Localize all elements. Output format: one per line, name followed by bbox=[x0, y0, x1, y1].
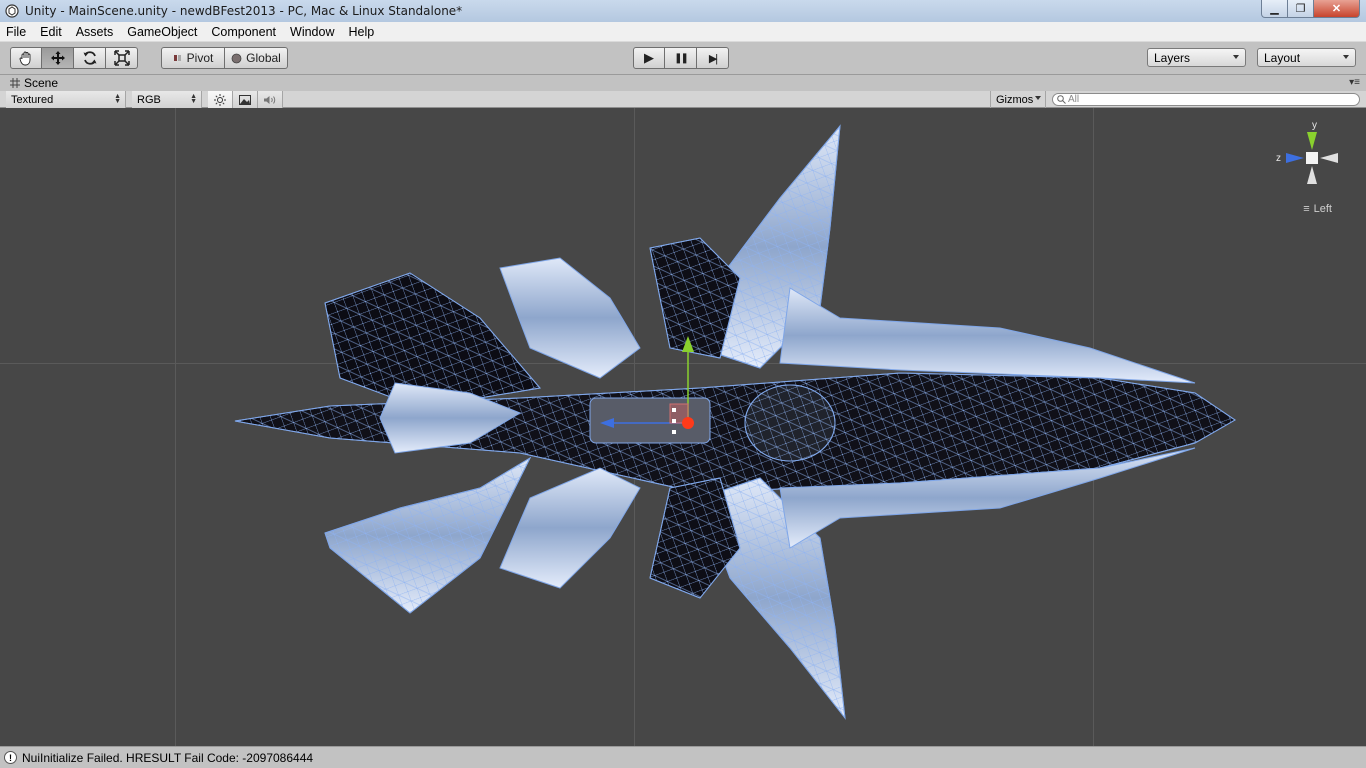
minimize-button[interactable]: ▁ bbox=[1261, 0, 1288, 18]
spaceship-mesh bbox=[234, 124, 1236, 720]
menu-file[interactable]: File bbox=[0, 25, 33, 39]
play-controls: ▶ ❚❚ ▶| bbox=[633, 47, 729, 69]
menu-lines-icon: ≡ bbox=[1303, 203, 1310, 215]
step-button[interactable]: ▶| bbox=[697, 47, 729, 69]
pause-icon: ❚❚ bbox=[674, 52, 689, 64]
hand-icon bbox=[19, 51, 31, 66]
pivot-toggle[interactable]: Pivot bbox=[161, 47, 225, 69]
move-tool-button[interactable] bbox=[42, 47, 74, 69]
global-label: Global bbox=[246, 51, 281, 65]
tab-scene[interactable]: Scene bbox=[10, 76, 58, 90]
close-button[interactable]: ✕ bbox=[1314, 0, 1360, 18]
scene-tab-header: Scene ▾≡ bbox=[0, 75, 1366, 91]
window-titlebar: Unity - MainScene.unity - newdBFest2013 … bbox=[0, 0, 1366, 22]
transform-tools bbox=[10, 47, 138, 69]
scene-search-input[interactable]: All bbox=[1052, 93, 1360, 106]
menu-help[interactable]: Help bbox=[341, 25, 381, 39]
layout-dropdown[interactable]: Layout bbox=[1257, 48, 1356, 67]
scale-icon bbox=[113, 50, 130, 66]
menu-window[interactable]: Window bbox=[283, 25, 341, 39]
step-icon: ▶| bbox=[708, 52, 718, 65]
globe-icon bbox=[231, 53, 242, 63]
scene-tab-label: Scene bbox=[24, 76, 59, 90]
scene-viewport[interactable]: y z ≡ Left bbox=[0, 108, 1366, 746]
rotate-icon bbox=[83, 51, 96, 65]
close-icon: ✕ bbox=[1331, 3, 1342, 15]
main-toolbar: Pivot Global ▶ ❚❚ ▶| Layers Layout bbox=[0, 42, 1366, 75]
gizmos-label: Gizmos bbox=[996, 93, 1034, 106]
updown-arrow-icon: ▲ ▼ bbox=[190, 93, 197, 105]
scene-lighting-toggle[interactable] bbox=[208, 91, 233, 108]
grid-icon bbox=[10, 78, 20, 88]
info-icon: ! bbox=[4, 751, 17, 764]
menu-gameobject[interactable]: GameObject bbox=[120, 25, 204, 39]
search-placeholder: All bbox=[1068, 94, 1080, 105]
color-mode-value: RGB bbox=[137, 93, 161, 106]
unity-logo-icon bbox=[4, 3, 20, 19]
play-icon: ▶ bbox=[644, 50, 654, 65]
scene-toolbar: Textured ▲ ▼ RGB ▲ ▼ Gizmos All bbox=[0, 91, 1366, 108]
scale-tool-button[interactable] bbox=[106, 47, 138, 69]
pause-button[interactable]: ❚❚ bbox=[665, 47, 697, 69]
axis-y-label: y bbox=[1312, 120, 1317, 131]
panel-menu-icon[interactable]: ▾≡ bbox=[1349, 77, 1360, 88]
pivot-label: Pivot bbox=[186, 51, 214, 65]
play-button[interactable]: ▶ bbox=[633, 47, 665, 69]
render-mode-value: Textured bbox=[11, 93, 54, 106]
menu-bar: File Edit Assets GameObject Component Wi… bbox=[0, 22, 1366, 42]
image-icon bbox=[239, 94, 251, 105]
orientation-gizmo[interactable]: y z bbox=[1276, 114, 1346, 196]
menu-edit[interactable]: Edit bbox=[33, 25, 69, 39]
render-mode-dropdown[interactable]: Textured ▲ ▼ bbox=[6, 91, 126, 108]
pivot-icon bbox=[173, 55, 181, 61]
dropdown-arrow-icon bbox=[1343, 55, 1349, 59]
view-orientation-label[interactable]: ≡ Left bbox=[1303, 203, 1332, 215]
hand-tool-button[interactable] bbox=[10, 47, 42, 69]
layers-dropdown[interactable]: Layers bbox=[1147, 48, 1246, 67]
layers-label: Layers bbox=[1154, 50, 1191, 65]
search-icon bbox=[1057, 95, 1066, 104]
window-title: Unity - MainScene.unity - newdBFest2013 … bbox=[25, 4, 463, 18]
updown-arrow-icon: ▲ ▼ bbox=[114, 93, 121, 105]
color-mode-dropdown[interactable]: RGB ▲ ▼ bbox=[132, 91, 202, 108]
dropdown-arrow-icon bbox=[1035, 96, 1041, 100]
status-bar: ! NuiInitialize Failed. HRESULT Fail Cod… bbox=[0, 746, 1366, 768]
status-message[interactable]: NuiInitialize Failed. HRESULT Fail Code:… bbox=[22, 751, 313, 765]
maximize-icon: ❐ bbox=[1295, 3, 1306, 15]
audio-icon bbox=[264, 95, 276, 104]
axis-z-label: z bbox=[1276, 153, 1281, 164]
scene-fx-toggle[interactable] bbox=[233, 91, 258, 108]
rotate-tool-button[interactable] bbox=[74, 47, 106, 69]
layout-label: Layout bbox=[1264, 50, 1301, 65]
global-toggle[interactable]: Global bbox=[225, 47, 288, 69]
scene-audio-toggle[interactable] bbox=[258, 91, 283, 108]
maximize-button[interactable]: ❐ bbox=[1288, 0, 1314, 18]
view-name: Left bbox=[1313, 203, 1332, 215]
minimize-icon: ▁ bbox=[1270, 3, 1279, 15]
pivot-controls: Pivot Global bbox=[161, 47, 288, 69]
dropdown-arrow-icon bbox=[1233, 55, 1239, 59]
sun-icon bbox=[214, 93, 226, 106]
gizmos-dropdown[interactable]: Gizmos bbox=[990, 91, 1046, 108]
window-controls: ▁ ❐ ✕ bbox=[1261, 0, 1360, 18]
menu-assets[interactable]: Assets bbox=[69, 25, 121, 39]
menu-component[interactable]: Component bbox=[204, 25, 283, 39]
move-icon bbox=[50, 51, 65, 65]
